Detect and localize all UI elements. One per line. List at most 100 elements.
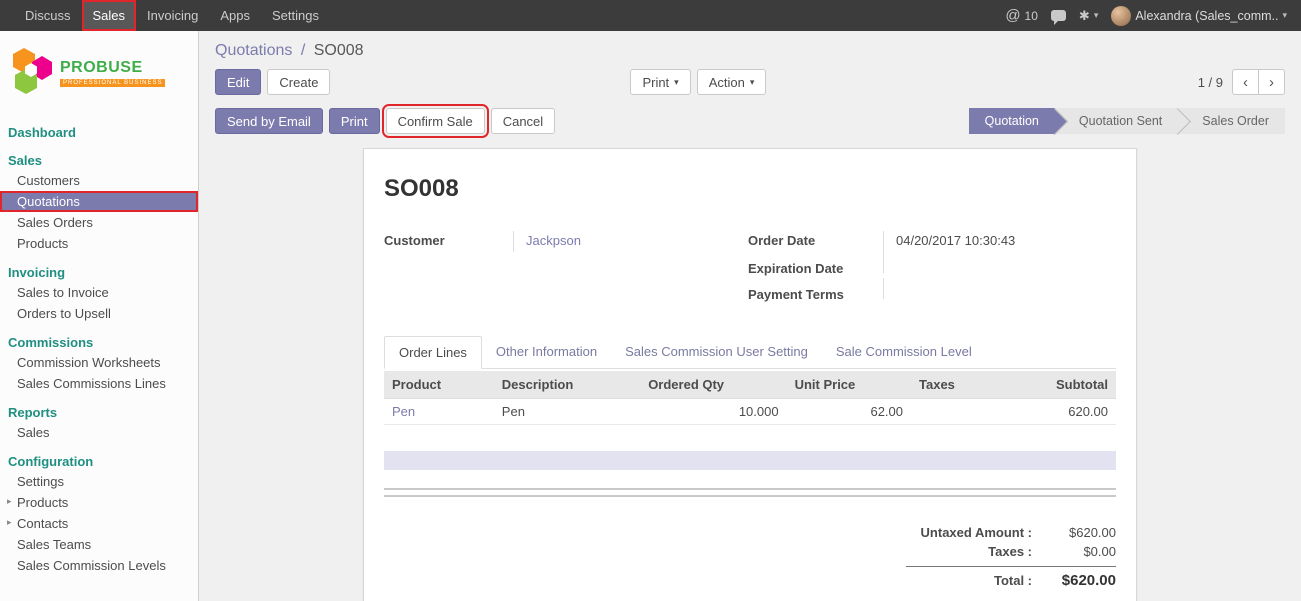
edit-create-buttons: Edit Create	[215, 69, 330, 95]
expand-arrow-icon: ▸	[7, 517, 12, 528]
control-panel: Quotations / SO008 Edit Create Print ▾ A…	[199, 31, 1301, 95]
at-icon: @	[1005, 7, 1020, 24]
sidebar-item-products[interactable]: Products	[0, 233, 198, 254]
cell-description: Pen	[494, 399, 640, 425]
payment-terms-value	[883, 278, 1116, 299]
taxes-row: Taxes : $0.00	[906, 542, 1116, 561]
sidebar-header-invoicing[interactable]: Invoicing	[0, 261, 198, 282]
sidebar-item-quotations[interactable]: Quotations	[0, 191, 198, 212]
sidebar-header-configuration[interactable]: Configuration	[0, 450, 198, 471]
customer-value[interactable]: Jackpson	[513, 231, 748, 252]
sidebar-item-sales-orders[interactable]: Sales Orders	[0, 212, 198, 233]
header-unit-price: Unit Price	[787, 371, 911, 399]
order-date-field: Order Date 04/20/2017 10:30:43	[748, 231, 1116, 252]
cell-ordered-qty: 10.000	[640, 399, 786, 425]
sidebar-header-sales[interactable]: Sales	[0, 149, 198, 170]
confirm-sale-button[interactable]: Confirm Sale	[386, 108, 485, 134]
sidebar-item-config-products[interactable]: ▸ Products	[0, 492, 198, 513]
field-group-right: Order Date 04/20/2017 10:30:43 Expiratio…	[748, 231, 1116, 304]
cancel-button[interactable]: Cancel	[491, 108, 555, 134]
chat-bubble-icon	[1051, 10, 1066, 21]
statusbar-step-sales-order[interactable]: Sales Order	[1178, 108, 1285, 134]
main-layout: PROBUSE PROFESSIONAL BUSINESS Dashboard …	[0, 31, 1301, 601]
field-group-left: Customer Jackpson	[384, 231, 748, 304]
sidebar-header-commissions[interactable]: Commissions	[0, 331, 198, 352]
action-dropdown-label: Action	[709, 75, 745, 90]
menu-sales[interactable]: Sales	[82, 0, 137, 31]
sidebar-item-sales-commissions-lines[interactable]: Sales Commissions Lines	[0, 373, 198, 394]
avatar	[1111, 6, 1131, 26]
payment-terms-field: Payment Terms	[748, 278, 1116, 304]
breadcrumb-quotations[interactable]: Quotations	[215, 42, 292, 59]
pager: 1 / 9 ‹ ›	[1198, 69, 1285, 95]
sidebar-item-settings[interactable]: Settings	[0, 471, 198, 492]
logo[interactable]: PROBUSE PROFESSIONAL BUSINESS	[0, 31, 198, 114]
bug-icon: ✱	[1079, 8, 1090, 24]
menu-settings[interactable]: Settings	[261, 0, 330, 31]
total-value: $620.00	[1032, 572, 1116, 589]
statusbar-step-quotation-sent[interactable]: Quotation Sent	[1055, 108, 1178, 134]
table-row[interactable]: Pen Pen 10.000 62.00 620.00	[384, 399, 1116, 425]
sidebar-item-config-contacts[interactable]: ▸ Contacts	[0, 513, 198, 534]
empty-line-strip[interactable]	[384, 451, 1116, 470]
action-dropdown[interactable]: Action ▾	[697, 69, 767, 95]
logo-title: PROBUSE	[60, 59, 165, 77]
chevron-down-icon: ▾	[750, 77, 755, 88]
totals-block: Untaxed Amount : $620.00 Taxes : $0.00 T…	[906, 523, 1116, 591]
pager-next-button[interactable]: ›	[1258, 69, 1285, 95]
header-description: Description	[494, 371, 640, 399]
untaxed-amount-value: $620.00	[1032, 525, 1116, 540]
control-panel-row: Edit Create Print ▾ Action ▾ 1 / 9 ‹	[215, 69, 1285, 95]
breadcrumb: Quotations / SO008	[215, 42, 1285, 60]
sidebar-header-reports[interactable]: Reports	[0, 401, 198, 422]
create-button[interactable]: Create	[267, 69, 330, 95]
header-ordered-qty: Ordered Qty	[640, 371, 786, 399]
sidebar-item-sales-commission-levels[interactable]: Sales Commission Levels	[0, 555, 198, 576]
expand-arrow-icon: ▸	[7, 496, 12, 507]
sidebar-item-orders-to-upsell[interactable]: Orders to Upsell	[0, 303, 198, 324]
order-date-value: 04/20/2017 10:30:43	[883, 231, 1116, 252]
tab-sales-commission-user-setting[interactable]: Sales Commission User Setting	[611, 336, 822, 368]
notebook-tabs: Order Lines Other Information Sales Comm…	[384, 336, 1116, 369]
tab-order-lines[interactable]: Order Lines	[384, 336, 482, 369]
sidebar-item-label: Products	[17, 495, 68, 510]
order-lines-table: Product Description Ordered Qty Unit Pri…	[384, 371, 1116, 425]
sidebar-item-sales-to-invoice[interactable]: Sales to Invoice	[0, 282, 198, 303]
sidebar-item-commission-worksheets[interactable]: Commission Worksheets	[0, 352, 198, 373]
sidebar-item-sales-teams[interactable]: Sales Teams	[0, 534, 198, 555]
header-product: Product	[384, 371, 494, 399]
tab-sale-commission-level[interactable]: Sale Commission Level	[822, 336, 986, 368]
menu-invoicing[interactable]: Invoicing	[136, 0, 209, 31]
total-label: Total :	[994, 573, 1032, 588]
total-row: Total : $620.00	[906, 570, 1116, 591]
print-dropdown[interactable]: Print ▾	[630, 69, 690, 95]
header-subtotal: Subtotal	[999, 371, 1116, 399]
print-button[interactable]: Print	[329, 108, 380, 134]
statusbar-step-quotation[interactable]: Quotation	[969, 108, 1055, 134]
chat-button[interactable]	[1051, 10, 1066, 21]
menu-apps[interactable]: Apps	[209, 0, 261, 31]
tab-other-information[interactable]: Other Information	[482, 336, 611, 368]
pager-previous-button[interactable]: ‹	[1232, 69, 1259, 95]
messages-counter[interactable]: @ 10	[1005, 7, 1038, 24]
breadcrumb-current: SO008	[314, 42, 364, 59]
chevron-down-icon: ▾	[1094, 10, 1099, 21]
edit-button[interactable]: Edit	[215, 69, 261, 95]
header-taxes: Taxes	[911, 371, 999, 399]
sidebar-header-dashboard[interactable]: Dashboard	[0, 121, 198, 142]
total-divider	[906, 566, 1116, 567]
order-date-label: Order Date	[748, 231, 883, 250]
status-button-row: Send by Email Print Confirm Sale Cancel …	[199, 108, 1301, 134]
menu-discuss[interactable]: Discuss	[14, 0, 82, 31]
table-header-row: Product Description Ordered Qty Unit Pri…	[384, 371, 1116, 399]
user-menu[interactable]: Alexandra (Sales_comm.. ▾	[1111, 6, 1287, 26]
expiration-date-value	[883, 252, 1116, 273]
logo-text: PROBUSE PROFESSIONAL BUSINESS	[60, 59, 165, 87]
send-by-email-button[interactable]: Send by Email	[215, 108, 323, 134]
sidebar-item-customers[interactable]: Customers	[0, 170, 198, 191]
sidebar-item-reports-sales[interactable]: Sales	[0, 422, 198, 443]
debug-menu[interactable]: ✱ ▾	[1079, 8, 1098, 24]
messages-count: 10	[1025, 9, 1038, 23]
topbar-menu: Discuss Sales Invoicing Apps Settings	[0, 0, 330, 31]
page-title: SO008	[384, 175, 1116, 203]
